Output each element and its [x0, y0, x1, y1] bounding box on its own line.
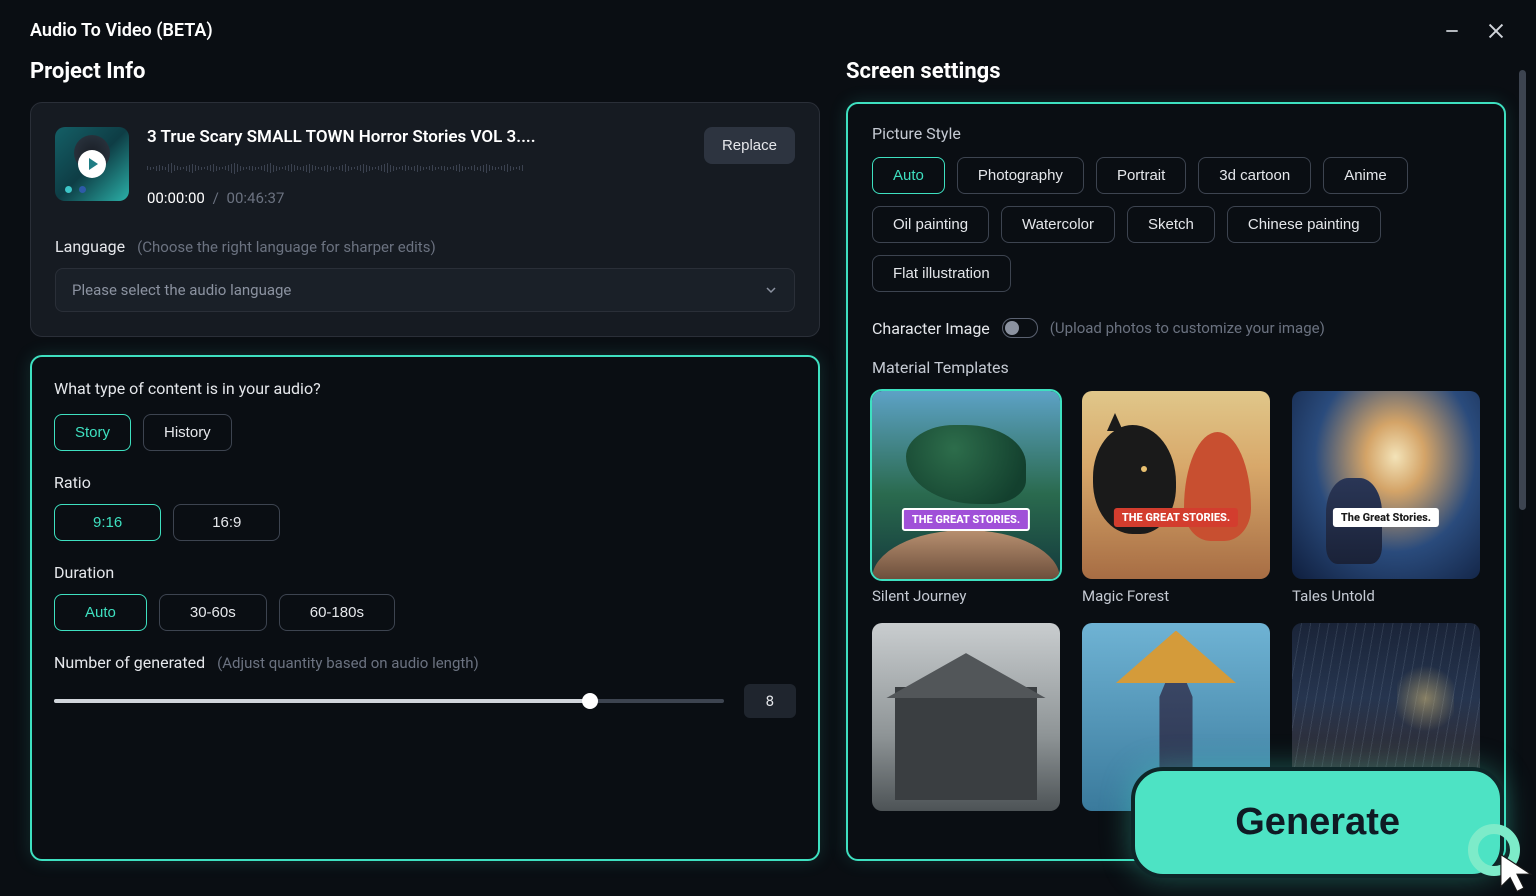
ratio-label: Ratio	[54, 473, 796, 492]
style-pill-auto[interactable]: Auto	[872, 157, 945, 194]
template-caption: Tales Untold	[1292, 587, 1480, 605]
slider-thumb[interactable]	[582, 693, 598, 709]
style-pill-portrait[interactable]: Portrait	[1096, 157, 1186, 194]
screen-settings-card: Picture Style Auto Photography Portrait 3d …	[846, 102, 1506, 861]
count-label: Number of generated	[54, 653, 205, 672]
duration-pill-60-180s[interactable]: 60-180s	[279, 594, 395, 631]
project-info-card: 3 True Scary SMALL TOWN Horror Stories V…	[30, 102, 820, 337]
waveform[interactable]	[147, 157, 686, 179]
character-image-toggle[interactable]	[1002, 318, 1038, 338]
screen-section-title: Screen settings	[846, 59, 1506, 84]
cursor-overlay	[1464, 820, 1534, 890]
templates-label: Material Templates	[872, 358, 1480, 377]
ratio-pill-16-9[interactable]: 16:9	[173, 504, 280, 541]
audio-title: 3 True Scary SMALL TOWN Horror Stories V…	[147, 127, 686, 147]
chevron-down-icon	[764, 283, 778, 297]
template-item-3[interactable]	[872, 623, 1060, 819]
character-image-hint: (Upload photos to customize your image)	[1050, 319, 1325, 337]
character-image-label: Character Image	[872, 319, 990, 338]
template-badge: THE GREAT STORIES.	[1114, 508, 1238, 527]
style-pill-watercolor[interactable]: Watercolor	[1001, 206, 1115, 243]
duration-pill-auto[interactable]: Auto	[54, 594, 147, 631]
content-type-pill-history[interactable]: History	[143, 414, 232, 451]
minimize-button[interactable]	[1442, 21, 1462, 41]
audio-thumbnail[interactable]	[55, 127, 129, 201]
count-slider[interactable]	[54, 699, 724, 703]
content-type-question: What type of content is in your audio?	[54, 379, 796, 398]
language-select[interactable]: Please select the audio language	[55, 268, 795, 312]
ratio-pill-9-16[interactable]: 9:16	[54, 504, 161, 541]
language-label: Language	[55, 237, 125, 256]
timecode: 00:00:00 / 00:46:37	[147, 189, 686, 207]
template-caption: Silent Journey	[872, 587, 1060, 605]
duration-label: Duration	[54, 563, 796, 582]
content-settings-card: What type of content is in your audio? S…	[30, 355, 820, 861]
play-icon	[78, 150, 106, 178]
template-badge: THE GREAT STORIES.	[902, 508, 1030, 531]
template-item-0[interactable]: THE GREAT STORIES. Silent Journey	[872, 391, 1060, 605]
window-title: Audio To Video (BETA)	[30, 20, 213, 41]
picture-style-label: Picture Style	[872, 124, 1480, 143]
current-time: 00:00:00	[147, 189, 205, 207]
generate-button[interactable]: Generate	[1131, 767, 1504, 878]
style-pill-sketch[interactable]: Sketch	[1127, 206, 1215, 243]
close-button[interactable]	[1486, 21, 1506, 41]
template-badge: The Great Stories.	[1333, 508, 1439, 527]
style-pill-chinese-painting[interactable]: Chinese painting	[1227, 206, 1381, 243]
template-item-2[interactable]: The Great Stories. Tales Untold	[1292, 391, 1480, 605]
duration-pill-30-60s[interactable]: 30-60s	[159, 594, 267, 631]
style-pill-photography[interactable]: Photography	[957, 157, 1084, 194]
template-caption: Magic Forest	[1082, 587, 1270, 605]
window-controls	[1442, 21, 1506, 41]
total-time: 00:46:37	[227, 189, 285, 207]
project-section-title: Project Info	[30, 59, 820, 84]
style-pill-flat-illustration[interactable]: Flat illustration	[872, 255, 1011, 292]
style-pill-3d-cartoon[interactable]: 3d cartoon	[1198, 157, 1311, 194]
language-placeholder: Please select the audio language	[72, 281, 291, 299]
scrollbar[interactable]	[1519, 70, 1526, 510]
style-pill-anime[interactable]: Anime	[1323, 157, 1408, 194]
template-item-1[interactable]: THE GREAT STORIES. Magic Forest	[1082, 391, 1270, 605]
count-value: 8	[744, 684, 796, 718]
music-notes-icon	[65, 179, 89, 193]
style-pill-oil-painting[interactable]: Oil painting	[872, 206, 989, 243]
language-hint: (Choose the right language for sharper e…	[137, 238, 436, 256]
replace-button[interactable]: Replace	[704, 127, 795, 164]
count-hint: (Adjust quantity based on audio length)	[217, 654, 479, 672]
content-type-pill-story[interactable]: Story	[54, 414, 131, 451]
